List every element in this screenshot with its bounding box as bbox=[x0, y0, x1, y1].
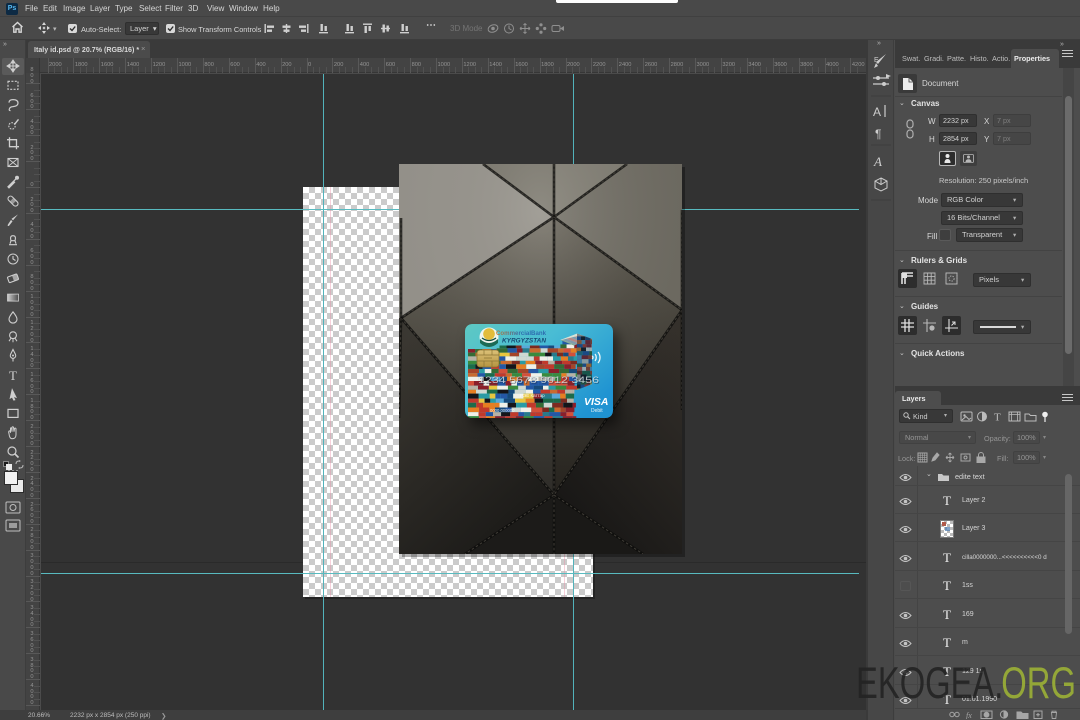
svg-text:VISA: VISA bbox=[584, 396, 609, 408]
svg-text:Debit: Debit bbox=[591, 408, 603, 414]
svg-text:A: A bbox=[873, 154, 882, 169]
svg-text:ORG: ORG bbox=[1001, 659, 1076, 708]
svg-text:CommercialBank: CommercialBank bbox=[496, 330, 547, 337]
svg-text:¶: ¶ bbox=[875, 127, 881, 141]
svg-text:A: A bbox=[873, 105, 881, 119]
svg-text:KYRGYZSTAN: KYRGYZSTAN bbox=[502, 338, 546, 345]
svg-text:1234 5678 9012 3456: 1234 5678 9012 3456 bbox=[478, 375, 599, 386]
svg-text:PЭЕ Каттар: PЭЕ Каттар bbox=[520, 393, 545, 398]
svg-text:0000 000000: 0000 000000 bbox=[490, 408, 515, 413]
svg-text:EKOGEA.: EKOGEA. bbox=[856, 659, 1003, 708]
svg-text:T: T bbox=[994, 412, 1001, 424]
svg-text:fx: fx bbox=[966, 711, 972, 719]
svg-text:T: T bbox=[9, 368, 17, 383]
